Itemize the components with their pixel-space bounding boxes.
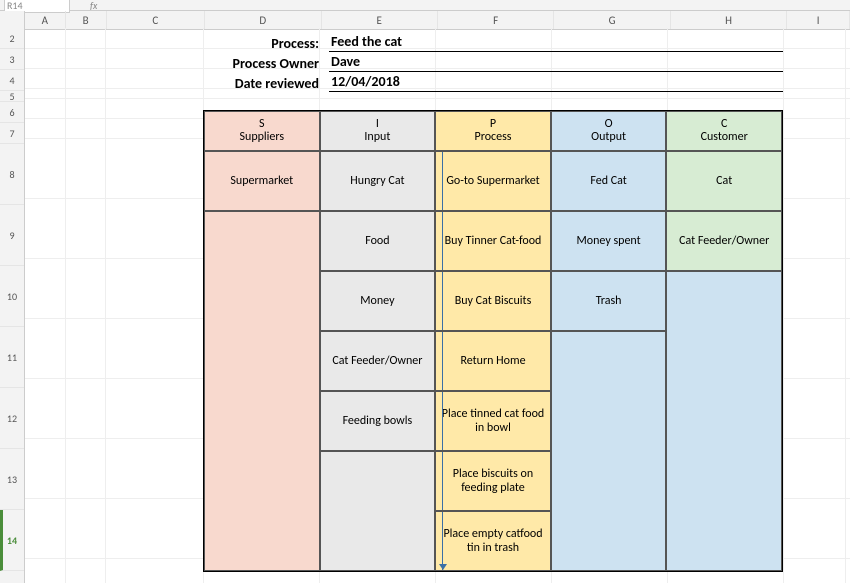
meta-date-value[interactable]: 12/04/2018 [329,73,783,92]
row-header-4[interactable]: 4 [0,70,24,91]
process-arrow-line [442,332,443,390]
column-header-H[interactable]: H [671,11,787,29]
row-header-8[interactable]: 8 [0,144,24,205]
process-arrow-line [442,212,443,270]
column-header-G[interactable]: G [554,11,670,29]
cell-i-4[interactable]: Feeding bowls [320,391,436,451]
cell-p-1[interactable]: Buy Tinner Cat-food [435,211,551,271]
row-header-5[interactable]: 5 [0,91,24,102]
column-header-A[interactable]: A [25,11,66,29]
row-headers: 234567891011121314 [0,28,25,583]
row-header-10[interactable]: 10 [0,266,24,327]
meta-date-label: Date reviewed [203,75,329,92]
sipoc-header-customer: C Customer [666,111,782,151]
cell-area[interactable]: Process: Feed the cat Process Owner Dave… [25,28,850,583]
sipoc-header-suppliers: S Suppliers [204,111,320,151]
sipoc-table: S Suppliers I Input P Process O Output [203,110,783,572]
meta-owner-label: Process Owner [203,55,329,72]
column-header-B[interactable]: B [66,11,107,29]
meta-owner-value[interactable]: Dave [329,53,783,72]
select-all-corner[interactable] [0,11,25,29]
cell-o-merged[interactable] [551,331,667,571]
column-header-I[interactable]: I [787,11,850,29]
row-header-11[interactable]: 11 [0,327,24,388]
row-header-14[interactable]: 14 [0,510,24,571]
cell-p-4[interactable]: Place tinned cat food in bowl [435,391,551,451]
column-header-C[interactable]: C [107,11,206,29]
row-header-6[interactable]: 6 [0,102,24,123]
cell-c-0[interactable]: Cat [666,151,782,211]
row-header-3[interactable]: 3 [0,49,24,70]
process-arrow-line [442,512,443,570]
sipoc-header-output: O Output [551,111,667,151]
process-arrow-head-icon [439,564,447,570]
meta-process-label: Process: [203,35,329,52]
row-header-12[interactable]: 12 [0,388,24,449]
sipoc-header-input: I Input [320,111,436,151]
meta-process-value[interactable]: Feed the cat [329,33,783,52]
column-header-E[interactable]: E [322,11,438,29]
cell-i-merged[interactable] [320,451,436,571]
row-header-9[interactable]: 9 [0,205,24,266]
cell-c-merged[interactable] [666,271,782,571]
sipoc-header-process: P Process [435,111,551,151]
column-header-D[interactable]: D [205,11,321,29]
cell-o-2[interactable]: Trash [551,271,667,331]
process-arrow-line [442,272,443,330]
cell-p-0[interactable]: Go-to Supermarket [435,151,551,211]
cell-p-6[interactable]: Place empty catfood tin in trash [435,511,551,571]
formula-bar: R14 fx [0,0,850,11]
cell-c-1[interactable]: Cat Feeder/Owner [666,211,782,271]
row-header-2[interactable]: 2 [0,28,24,49]
cell-i-2[interactable]: Money [320,271,436,331]
cell-p-3[interactable]: Return Home [435,331,551,391]
cell-s-merged[interactable] [204,211,320,571]
spreadsheet-chrome: R14 fx ABCDEFGHI 234567891011121314 Proc… [0,0,850,583]
cell-o-0[interactable]: Fed Cat [551,151,667,211]
sipoc-content: Process: Feed the cat Process Owner Dave… [203,32,783,572]
cell-i-1[interactable]: Food [320,211,436,271]
process-arrow-line [442,452,443,510]
cell-p-5[interactable]: Place biscuits on feeding plate [435,451,551,511]
row-header-13[interactable]: 13 [0,449,24,510]
row-header-7[interactable]: 7 [0,123,24,144]
cell-i-0[interactable]: Hungry Cat [320,151,436,211]
process-arrow-line [442,392,443,450]
process-arrow-line [442,152,443,210]
cell-s-0[interactable]: Supermarket [204,151,320,211]
cell-i-3[interactable]: Cat Feeder/Owner [320,331,436,391]
column-header-F[interactable]: F [438,11,554,29]
cell-p-2[interactable]: Buy Cat Biscuits [435,271,551,331]
cell-o-1[interactable]: Money spent [551,211,667,271]
fx-icon: fx [90,0,97,12]
